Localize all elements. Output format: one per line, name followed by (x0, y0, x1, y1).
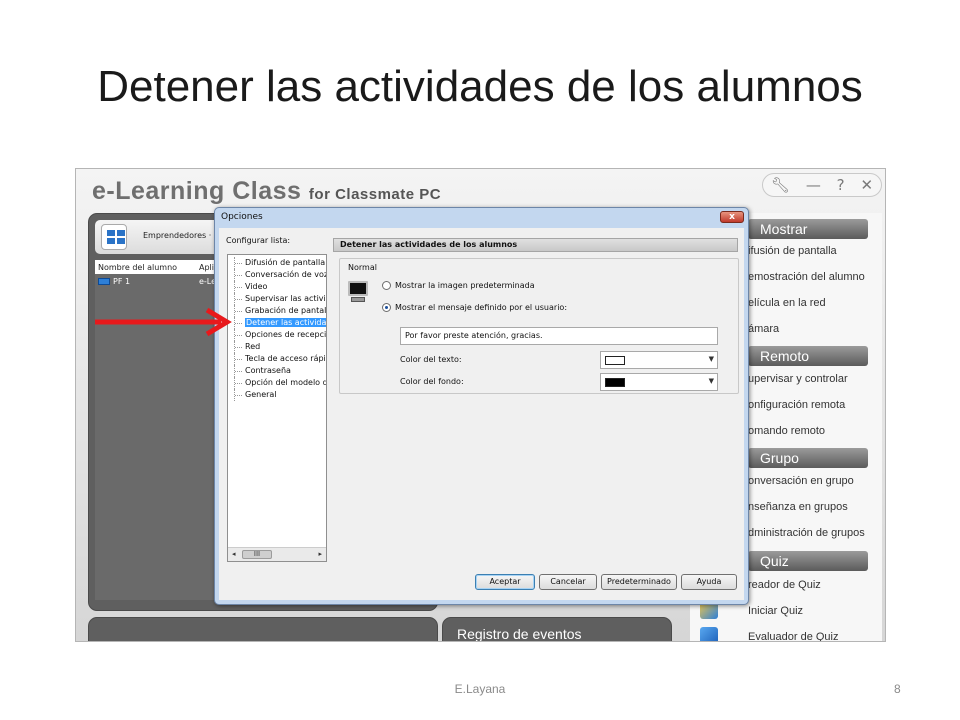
tree-item-supervisar[interactable]: Supervisar las activic (234, 293, 326, 305)
tree-item-general[interactable]: General (234, 389, 277, 401)
app-title-main: e-Learning Class (92, 177, 302, 205)
tree-item-conversacion[interactable]: Conversación de voz (234, 269, 326, 281)
options-dialog: Opciones x Configurar lista: Difusión de… (214, 207, 749, 605)
text-color-swatch (605, 356, 625, 365)
close-icon[interactable]: ✕ (860, 176, 873, 194)
tree-horizontal-scrollbar[interactable]: ◂ III ▸ (228, 547, 326, 561)
app-title: e-Learning Class for Classmate PC (92, 177, 441, 206)
dialog-title: Opciones (221, 212, 263, 222)
dialog-body: Configurar lista: Difusión de pantalla c… (219, 228, 744, 600)
sidebar-item-demostracion[interactable]: emostración del alumno (748, 271, 865, 283)
cancel-button[interactable]: Cancelar (539, 574, 597, 590)
scroll-right-icon[interactable]: ▸ (318, 550, 322, 558)
section-header-remoto: Remoto (748, 346, 868, 366)
slide-title: Detener las actividades de los alumnos (97, 62, 863, 111)
section-header-mostrar: Mostrar (748, 219, 868, 239)
sidebar-item-evaluador-quiz[interactable]: Evaluador de Quiz (748, 631, 839, 641)
text-color-label: Color del texto: (400, 355, 462, 364)
window-controls: 🔧︎ — ? ✕ (762, 173, 882, 197)
monitor-icon (346, 281, 370, 303)
app-screenshot: e-Learning Class for Classmate PC 🔧︎ — ?… (75, 168, 886, 642)
slide-page-number: 8 (894, 682, 901, 696)
slide-footer-author: E.Layana (454, 682, 506, 696)
text-color-select[interactable]: ▼ (600, 351, 718, 369)
app-title-sub: for Classmate PC (308, 186, 442, 203)
section-header-quiz: Quiz (748, 551, 868, 571)
radio-custom-message[interactable] (382, 303, 391, 312)
default-button[interactable]: Predeterminado (601, 574, 677, 590)
sidebar-item-comando[interactable]: omando remoto (748, 425, 825, 437)
tree-item-red[interactable]: Red (234, 341, 260, 353)
sidebar-item-iniciar-quiz[interactable]: Iniciar Quiz (748, 605, 803, 617)
sidebar-item-configuracion[interactable]: onfiguración remota (748, 399, 845, 411)
group-label: Emprendedores · 0 (143, 231, 219, 240)
student-name-cell: PF 1 (95, 277, 199, 286)
bg-color-label: Color del fondo: (400, 377, 464, 386)
event-log-title: Registro de eventos (457, 626, 582, 642)
normal-groupbox: Normal Mostrar la imagen predeterminada … (339, 258, 739, 394)
sidebar-item-administracion[interactable]: dministración de grupos (748, 527, 865, 539)
dialog-close-button[interactable]: x (720, 211, 744, 223)
red-arrow-annotation (95, 307, 232, 337)
help-icon[interactable]: ? (837, 176, 845, 194)
chevron-down-icon: ▼ (708, 355, 714, 363)
accept-button[interactable]: Aceptar (475, 574, 535, 590)
sidebar-item-conversacion[interactable]: onversación en grupo (748, 475, 854, 487)
config-list-label: Configurar lista: (226, 236, 291, 245)
option-default-image-label: Mostrar la imagen predeterminada (395, 281, 535, 290)
tree-item-detener[interactable]: Detener las activida (234, 317, 326, 329)
tools-icon[interactable]: 🔧︎ (771, 176, 790, 194)
computer-icon (98, 277, 110, 285)
tree-item-difusion[interactable]: Difusión de pantalla c (234, 257, 326, 269)
tree-item-opciones-recepcion[interactable]: Opciones de recepció (234, 329, 326, 341)
bg-color-select[interactable]: ▼ (600, 373, 718, 391)
sidebar-item-supervisar[interactable]: upervisar y controlar (748, 373, 848, 385)
tree-item-video[interactable]: Video (234, 281, 267, 293)
sidebar-item-ensenanza[interactable]: nseñanza en grupos (748, 501, 848, 513)
column-header-app[interactable]: Apli (199, 263, 214, 272)
chevron-down-icon: ▼ (708, 377, 714, 385)
quiz-evaluator-icon (700, 627, 718, 641)
sidebar-item-difusion[interactable]: ifusión de pantalla (748, 245, 837, 257)
scroll-thumb[interactable]: III (242, 550, 272, 559)
help-button[interactable]: Ayuda (681, 574, 737, 590)
sidebar-item-creador-quiz[interactable]: reador de Quiz (748, 579, 821, 591)
minimize-icon[interactable]: — (806, 176, 821, 194)
settings-panel-title: Detener las actividades de los alumnos (333, 238, 738, 252)
section-header-grupo: Grupo (748, 448, 868, 468)
bottom-left-pane (88, 617, 438, 641)
option-custom-message-label: Mostrar el mensaje definido por el usuar… (395, 303, 568, 312)
scroll-left-icon[interactable]: ◂ (232, 550, 236, 558)
grid-view-icon[interactable] (101, 224, 127, 250)
column-header-name[interactable]: Nombre del alumno (95, 263, 199, 272)
options-tree: Difusión de pantalla c Conversación de v… (227, 254, 327, 562)
normal-group-label: Normal (348, 263, 377, 272)
tree-item-opcion-modelo[interactable]: Opción del modelo de (234, 377, 326, 389)
tree-item-grabacion[interactable]: Grabación de pantall (234, 305, 326, 317)
option-default-image[interactable]: Mostrar la imagen predeterminada (382, 281, 535, 290)
option-custom-message[interactable]: Mostrar el mensaje definido por el usuar… (382, 303, 567, 312)
bg-color-swatch (605, 378, 625, 387)
tree-item-tecla[interactable]: Tecla de acceso rápi (234, 353, 326, 365)
sidebar-item-pelicula[interactable]: elícula en la red (748, 297, 826, 309)
radio-default-image[interactable] (382, 281, 391, 290)
custom-message-field[interactable]: Por favor preste atención, gracias. (400, 327, 718, 345)
event-log-pane: Registro de eventos (442, 617, 672, 642)
tree-item-contrasena[interactable]: Contraseña (234, 365, 291, 377)
sidebar-item-camara[interactable]: ámara (748, 323, 779, 335)
